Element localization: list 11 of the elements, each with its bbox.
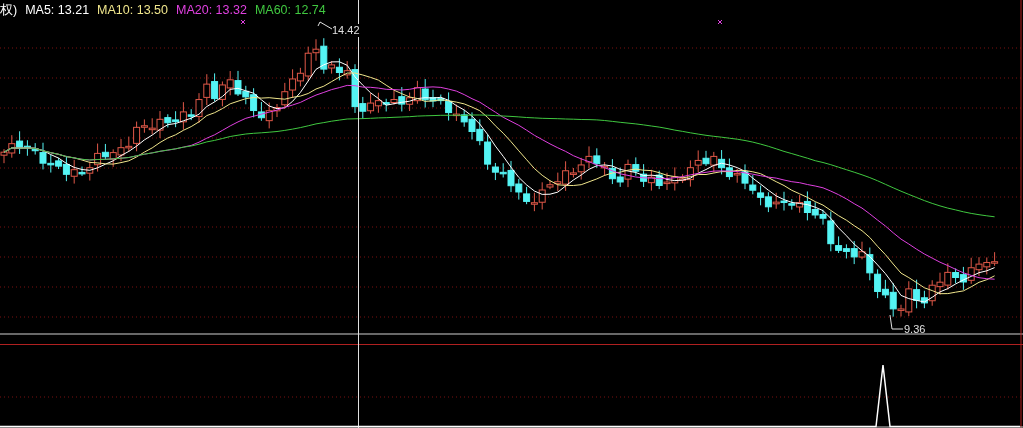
moving-average-value: MA20: 13.32: [176, 2, 247, 18]
moving-average-value: MA60: 12.74: [254, 2, 326, 18]
high-price-label: 14.42: [332, 24, 360, 37]
leader-line: [889, 314, 904, 330]
leader-line: [317, 21, 333, 30]
low-price-label: 9.36: [904, 323, 926, 336]
cross-marker-icon: [717, 19, 723, 25]
adjustment-label: 权): [0, 2, 18, 18]
cross-marker-icon: [240, 19, 246, 25]
moving-average-value: MA5: 13.21: [25, 2, 90, 18]
moving-average-value: MA10: 13.50: [97, 2, 168, 18]
